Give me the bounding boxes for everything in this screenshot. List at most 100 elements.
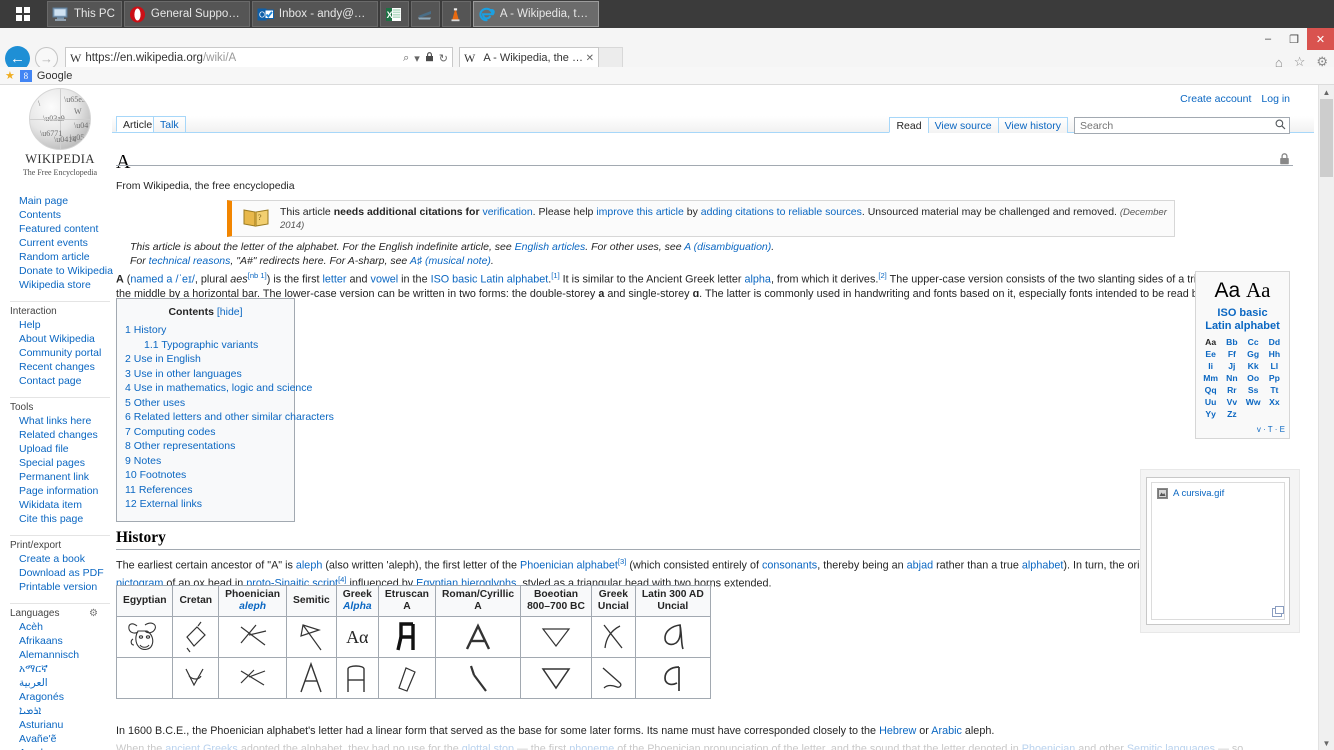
letter-Gg[interactable]: Gg (1243, 349, 1264, 359)
start-button[interactable] (0, 0, 46, 28)
wikipedia-logo[interactable]: \ \u65e5 W \u03a9 \u0418 \u6771 \u05d2 \… (10, 88, 110, 188)
sidebar-item-what-links-here[interactable]: What links here (10, 414, 110, 428)
hebrew-link[interactable]: Hebrew (879, 725, 916, 737)
sidebar-item-special-pages[interactable]: Special pages (10, 456, 110, 470)
letter-Cc[interactable]: Cc (1243, 337, 1264, 347)
letter-Pp[interactable]: Pp (1264, 373, 1285, 383)
vowel-link[interactable]: vowel (371, 274, 399, 286)
toc-item-other-uses[interactable]: 5 Other uses (125, 396, 286, 411)
letter-Qq[interactable]: Qq (1200, 385, 1221, 395)
sidebar-language-azerbaycanca[interactable]: Azərbaycanca (10, 746, 110, 750)
a-sharp-link[interactable]: A♯ (musical note) (410, 255, 491, 267)
sidebar-item-cite-this-page[interactable]: Cite this page (10, 512, 110, 526)
letter-link[interactable]: letter (323, 274, 347, 286)
toc-item-external-links[interactable]: 12 External links (125, 497, 286, 512)
language-settings-gear-icon[interactable]: ⚙ (89, 608, 98, 619)
sidebar-item-recent-changes[interactable]: Recent changes (10, 360, 110, 374)
toc-hide-toggle[interactable]: [hide] (217, 306, 243, 318)
letter-Zz[interactable]: Zz (1221, 409, 1242, 419)
tab-view-source[interactable]: View source (927, 117, 999, 133)
alphabet-link[interactable]: alphabet (1022, 560, 1063, 572)
image-enlarge-icon[interactable] (1272, 606, 1284, 617)
letter-Jj[interactable]: Jj (1221, 361, 1242, 371)
sidebar-item-help[interactable]: Help (10, 318, 110, 332)
letter-Rr[interactable]: Rr (1221, 385, 1242, 395)
sidebar-item-download-as-pdf[interactable]: Download as PDF (10, 566, 110, 580)
create-account-link[interactable]: Create account (1180, 93, 1251, 105)
english-articles-link[interactable]: English articles (515, 241, 586, 253)
taskbar-item-inbox[interactable]: O Inbox - andy@kn... (251, 1, 378, 27)
sidebar-item-printable-version[interactable]: Printable version (10, 580, 110, 594)
a-disambiguation-link[interactable]: A (disambiguation) (684, 241, 771, 253)
scroll-up-icon[interactable]: ▲ (1319, 85, 1334, 99)
address-bar[interactable]: W https://en.wikipedia.org/wiki/A ⌕ ▾ ↻ (65, 47, 453, 69)
taskbar-item-this-pc[interactable]: This PC (47, 1, 122, 27)
sidebar-item-create-a-book[interactable]: Create a book (10, 552, 110, 566)
tab-close-icon[interactable]: ✕ (586, 53, 594, 64)
tab-view-history[interactable]: View history (997, 117, 1068, 133)
sidebar-language-aramaic[interactable]: ܐܪܡܝܐ (10, 704, 110, 718)
search-input[interactable] (1078, 118, 1275, 133)
sidebar-item-permanent-link[interactable]: Permanent link (10, 470, 110, 484)
letter-Mm[interactable]: Mm (1200, 373, 1221, 383)
infobox-title-line1[interactable]: ISO basic (1217, 307, 1267, 319)
sidebar-language-aragones[interactable]: Aragonés (10, 690, 110, 704)
chevron-down-icon[interactable]: ▾ (414, 52, 420, 65)
letter-Yy[interactable]: Yy (1200, 409, 1221, 419)
broken-image-caption[interactable]: A cursiva.gif (1173, 488, 1224, 499)
improve-article-link[interactable]: improve this article (596, 206, 684, 218)
sidebar-item-current-events[interactable]: Current events (10, 236, 110, 250)
ref-3[interactable]: [3] (618, 557, 626, 566)
sidebar-item-donate[interactable]: Donate to Wikipedia (10, 264, 113, 278)
toc-item-notes[interactable]: 9 Notes (125, 454, 286, 469)
sidebar-item-featured-content[interactable]: Featured content (10, 222, 110, 236)
letter-Aa[interactable]: Aa (1200, 337, 1221, 347)
wiki-search-box[interactable] (1074, 117, 1290, 134)
toc-item-footnotes[interactable]: 10 Footnotes (125, 468, 286, 483)
letter-Kk[interactable]: Kk (1243, 361, 1264, 371)
toc-item-computing-codes[interactable]: 7 Computing codes (125, 425, 286, 440)
browser-tab[interactable]: W A - Wikipedia, the free ency... ✕ (459, 47, 599, 69)
toc-item-use-in-english[interactable]: 2 Use in English (125, 352, 286, 367)
aleph-link[interactable]: aleph (239, 601, 266, 612)
search-icon[interactable] (1275, 119, 1286, 133)
letter-Nn[interactable]: Nn (1221, 373, 1242, 383)
named-link[interactable]: named a /ˈeɪ/ (130, 274, 194, 286)
taskbar-item-general-support[interactable]: General Support -... (123, 1, 250, 27)
search-icon[interactable]: ⌕ (403, 52, 409, 65)
sidebar-item-random-article[interactable]: Random article (10, 250, 110, 264)
tab-talk[interactable]: Talk (153, 116, 186, 132)
letter-Hh[interactable]: Hh (1264, 349, 1285, 359)
letter-Bb[interactable]: Bb (1221, 337, 1242, 347)
page-scrollbar[interactable]: ▲ ▼ (1318, 85, 1334, 750)
letter-Ll[interactable]: Ll (1264, 361, 1285, 371)
letter-Ff[interactable]: Ff (1221, 349, 1242, 359)
new-tab-button[interactable] (599, 47, 623, 69)
letter-Dd[interactable]: Dd (1264, 337, 1285, 347)
technical-reasons-link[interactable]: technical reasons (149, 255, 231, 267)
letter-Oo[interactable]: Oo (1243, 373, 1264, 383)
alpha-link[interactable]: alpha (745, 274, 771, 286)
toc-item-use-in-other-languages[interactable]: 3 Use in other languages (125, 367, 286, 382)
scrollbar-thumb[interactable] (1320, 99, 1333, 177)
aleph-link[interactable]: aleph (296, 560, 322, 572)
taskbar-item-excel[interactable]: X (379, 1, 409, 27)
tab-read[interactable]: Read (889, 117, 929, 133)
alpha-link[interactable]: Alpha (343, 601, 372, 612)
toc-item-typographic-variants[interactable]: 1.1 Typographic variants (125, 338, 286, 353)
consonants-link[interactable]: consonants (762, 560, 817, 572)
toc-item-related-letters[interactable]: 6 Related letters and other similar char… (125, 410, 334, 425)
phoneme-link[interactable]: phoneme (569, 743, 614, 750)
sidebar-item-contact-page[interactable]: Contact page (10, 374, 110, 388)
sidebar-item-page-information[interactable]: Page information (10, 484, 110, 498)
sidebar-language-aceh[interactable]: Acèh (10, 620, 110, 634)
arabic-link[interactable]: Arabic (931, 725, 962, 737)
letter-Ww[interactable]: Ww (1243, 397, 1264, 407)
sidebar-language-alemannisch[interactable]: Alemannisch (10, 648, 110, 662)
glottal-stop-link[interactable]: glottal stop (462, 743, 514, 750)
infobox-vte-links[interactable]: v · T · E (1200, 425, 1285, 434)
infobox-title-line2[interactable]: Latin alphabet (1205, 320, 1280, 332)
sidebar-item-main-page[interactable]: Main page (10, 194, 110, 208)
sidebar-item-community-portal[interactable]: Community portal (10, 346, 110, 360)
phoenician-alphabet-link[interactable]: Phoenician alphabet (520, 560, 618, 572)
